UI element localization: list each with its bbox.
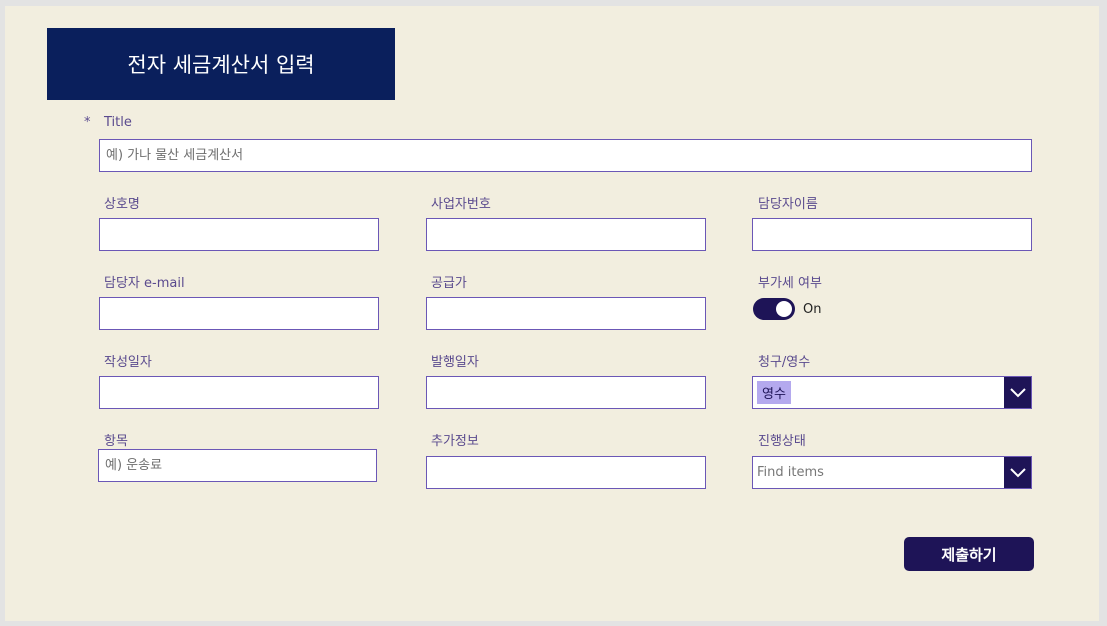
biz-number-input[interactable] <box>426 218 706 251</box>
issue-date-input[interactable] <box>426 376 706 409</box>
supply-price-input[interactable] <box>426 297 706 330</box>
claim-receipt-label: 청구/영수 <box>758 355 811 370</box>
chevron-down-icon <box>1009 387 1026 397</box>
extra-info-label: 추가정보 <box>431 434 479 449</box>
company-input[interactable] <box>99 218 379 251</box>
item-label: 항목 <box>104 434 128 449</box>
vat-toggle-state: On <box>803 301 822 317</box>
claim-receipt-combobox[interactable]: 영수 <box>752 376 1032 409</box>
status-dropdown-button[interactable] <box>1004 457 1031 488</box>
toggle-knob <box>776 301 792 317</box>
contact-email-input[interactable] <box>99 297 379 330</box>
supply-price-label: 공급가 <box>431 276 467 291</box>
title-input[interactable] <box>99 139 1032 172</box>
contact-name-input[interactable] <box>752 218 1032 251</box>
item-input[interactable] <box>98 449 377 482</box>
vat-label: 부가세 여부 <box>758 276 822 291</box>
contact-name-label: 담당자이름 <box>758 197 818 212</box>
status-label: 진행상태 <box>758 434 806 449</box>
chevron-down-icon <box>1009 467 1026 477</box>
vat-toggle-group: On <box>753 298 821 320</box>
page-title: 전자 세금계산서 입력 <box>127 53 315 77</box>
submit-button[interactable]: 제출하기 <box>904 537 1034 571</box>
contact-email-label: 담당자 e-mail <box>104 276 185 291</box>
vat-toggle[interactable] <box>753 298 795 320</box>
company-label: 상호명 <box>104 197 140 212</box>
selected-chip[interactable]: 영수 <box>757 381 791 404</box>
required-asterisk: * <box>84 115 91 130</box>
status-combobox[interactable] <box>752 456 1032 489</box>
written-date-label: 작성일자 <box>104 355 152 370</box>
written-date-input[interactable] <box>99 376 379 409</box>
claim-receipt-dropdown-button[interactable] <box>1004 377 1031 408</box>
title-label: Title <box>104 115 132 130</box>
issue-date-label: 발행일자 <box>431 355 479 370</box>
status-search-input[interactable] <box>753 457 1004 488</box>
extra-info-input[interactable] <box>426 456 706 489</box>
biz-number-label: 사업자번호 <box>431 197 491 212</box>
header-banner: 전자 세금계산서 입력 <box>47 28 395 100</box>
